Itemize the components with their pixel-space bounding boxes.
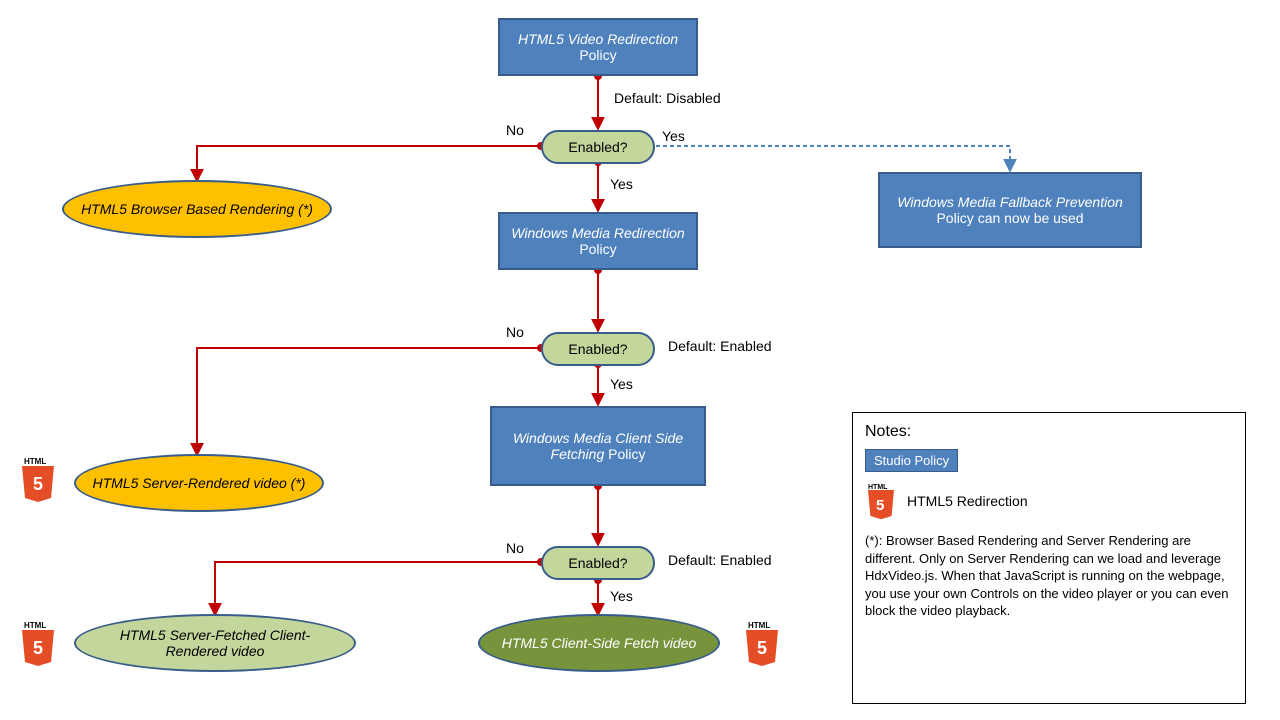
- decision-1: Enabled?: [541, 130, 655, 164]
- outcome-server-rendered: HTML5 Server-Rendered video (*): [74, 454, 324, 512]
- notes-footnote: (*): Browser Based Rendering and Server …: [865, 532, 1233, 620]
- svg-text:HTML: HTML: [24, 457, 46, 466]
- label-default-enabled-3: Default: Enabled: [668, 552, 772, 568]
- node-wm-redir-policy: Windows Media Redirection Policy: [498, 212, 698, 270]
- outcome-server-fetched: HTML5 Server-Fetched Client-Rendered vid…: [74, 614, 356, 672]
- html5-icon: HTML 5: [18, 456, 58, 502]
- notes-redir: HTML5 Redirection: [907, 493, 1028, 509]
- label-default-disabled: Default: Disabled: [614, 90, 721, 106]
- svg-text:HTML: HTML: [24, 621, 46, 630]
- svg-text:HTML: HTML: [868, 484, 888, 491]
- node-wm-fallback: Windows Media Fallback Prevention Policy…: [878, 172, 1142, 248]
- node-html5-policy: HTML5 Video Redirection Policy: [498, 18, 698, 76]
- svg-text:HTML: HTML: [748, 621, 770, 630]
- label-no-3: No: [506, 540, 524, 556]
- outcome-browser-rendering: HTML5 Browser Based Rendering (*): [62, 180, 332, 238]
- html5-icon: HTML 5: [865, 482, 897, 520]
- svg-text:5: 5: [876, 497, 884, 514]
- notes-title: Notes:: [865, 423, 1233, 441]
- label-no-2: No: [506, 324, 524, 340]
- label-yes-3: Yes: [610, 588, 633, 604]
- html5-icon: HTML 5: [18, 620, 58, 666]
- notes-panel: Notes: Studio Policy HTML 5 HTML5 Redirec…: [852, 412, 1246, 704]
- label-yes-2: Yes: [610, 376, 633, 392]
- html5-icon: HTML 5: [742, 620, 782, 666]
- notes-policy-chip: Studio Policy: [865, 449, 958, 472]
- svg-text:5: 5: [33, 474, 43, 494]
- svg-text:5: 5: [33, 638, 43, 658]
- label-no-1: No: [506, 122, 524, 138]
- node-wm-csf-policy: Windows Media Client Side Fetching Polic…: [490, 406, 706, 486]
- decision-2: Enabled?: [541, 332, 655, 366]
- label-yes-1r: Yes: [662, 128, 685, 144]
- outcome-client-fetch: HTML5 Client-Side Fetch video: [478, 614, 720, 672]
- svg-text:5: 5: [757, 638, 767, 658]
- label-yes-1d: Yes: [610, 176, 633, 192]
- decision-3: Enabled?: [541, 546, 655, 580]
- label-default-enabled-2: Default: Enabled: [668, 338, 772, 354]
